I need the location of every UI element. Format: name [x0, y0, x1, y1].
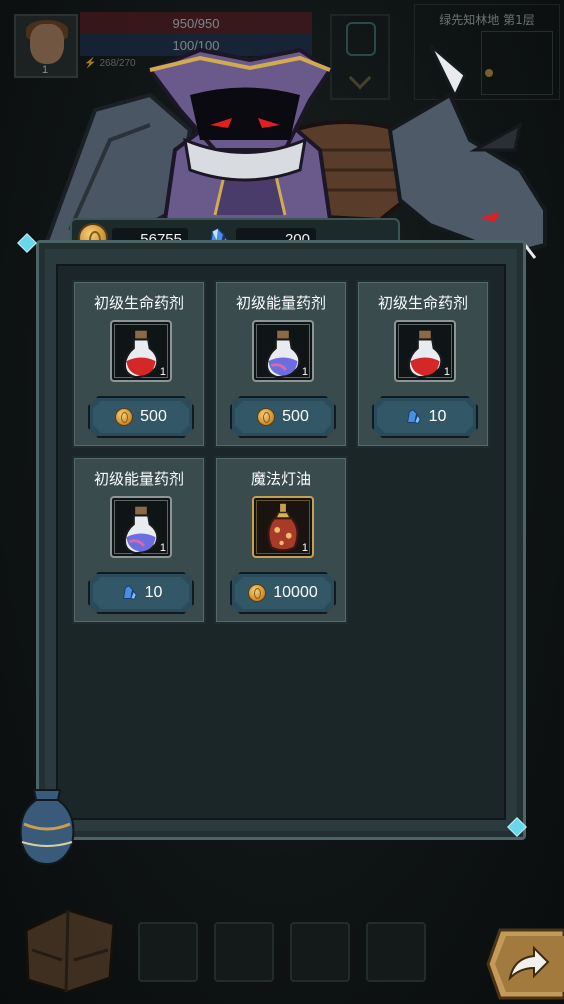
item-quantity: 1 [159, 542, 166, 554]
crystal-icon [406, 409, 421, 424]
item-name: 初级生命药剂 [93, 294, 184, 312]
shop-item-card[interactable]: 初级生命药剂 1 500 [72, 280, 206, 448]
item-slot[interactable]: 1 [394, 320, 456, 382]
item-quantity: 1 [443, 366, 450, 378]
buy-button[interactable]: 500 [88, 396, 194, 438]
buy-button[interactable]: 500 [230, 396, 336, 438]
item-price: 10 [144, 584, 163, 601]
item-price: 10 [428, 408, 447, 425]
shop-item-card[interactable]: 初级能量药剂 1 10 [72, 456, 206, 624]
item-quantity: 1 [301, 366, 308, 378]
item-quantity: 1 [301, 542, 308, 554]
item-price: 10000 [273, 584, 318, 601]
gold-coin-icon [257, 408, 276, 426]
item-name: 初级生命药剂 [377, 294, 468, 312]
quick-slot[interactable] [290, 922, 350, 982]
buy-button[interactable]: 10 [88, 572, 194, 614]
crystal-icon [122, 585, 137, 600]
shop-item-card[interactable]: 初级生命药剂 1 10 [356, 280, 490, 448]
item-name: 初级能量药剂 [235, 294, 326, 312]
item-slot[interactable]: 1 [252, 496, 314, 558]
item-price: 500 [140, 408, 167, 425]
gold-coin-icon [248, 584, 267, 602]
item-slot[interactable]: 1 [110, 320, 172, 382]
next-floor-button[interactable] [484, 924, 564, 1004]
shop-item-card[interactable]: 初级能量药剂 1 500 [214, 280, 348, 448]
item-price: 500 [282, 408, 309, 425]
buy-button[interactable]: 10000 [230, 572, 336, 614]
item-name: 初级能量药剂 [93, 470, 184, 488]
buy-button[interactable]: 10 [372, 396, 478, 438]
item-slot[interactable]: 1 [110, 496, 172, 558]
quick-slot[interactable] [214, 922, 274, 982]
quick-slot[interactable] [366, 922, 426, 982]
item-quantity: 1 [159, 366, 166, 378]
backpack-icon[interactable] [18, 900, 122, 996]
jar-icon [19, 789, 75, 866]
shop-item-card[interactable]: 魔法灯油 1 10000 [214, 456, 348, 624]
item-slot[interactable]: 1 [252, 320, 314, 382]
quick-slot[interactable] [138, 922, 198, 982]
item-name: 魔法灯油 [250, 470, 311, 488]
gold-coin-icon [115, 408, 134, 426]
